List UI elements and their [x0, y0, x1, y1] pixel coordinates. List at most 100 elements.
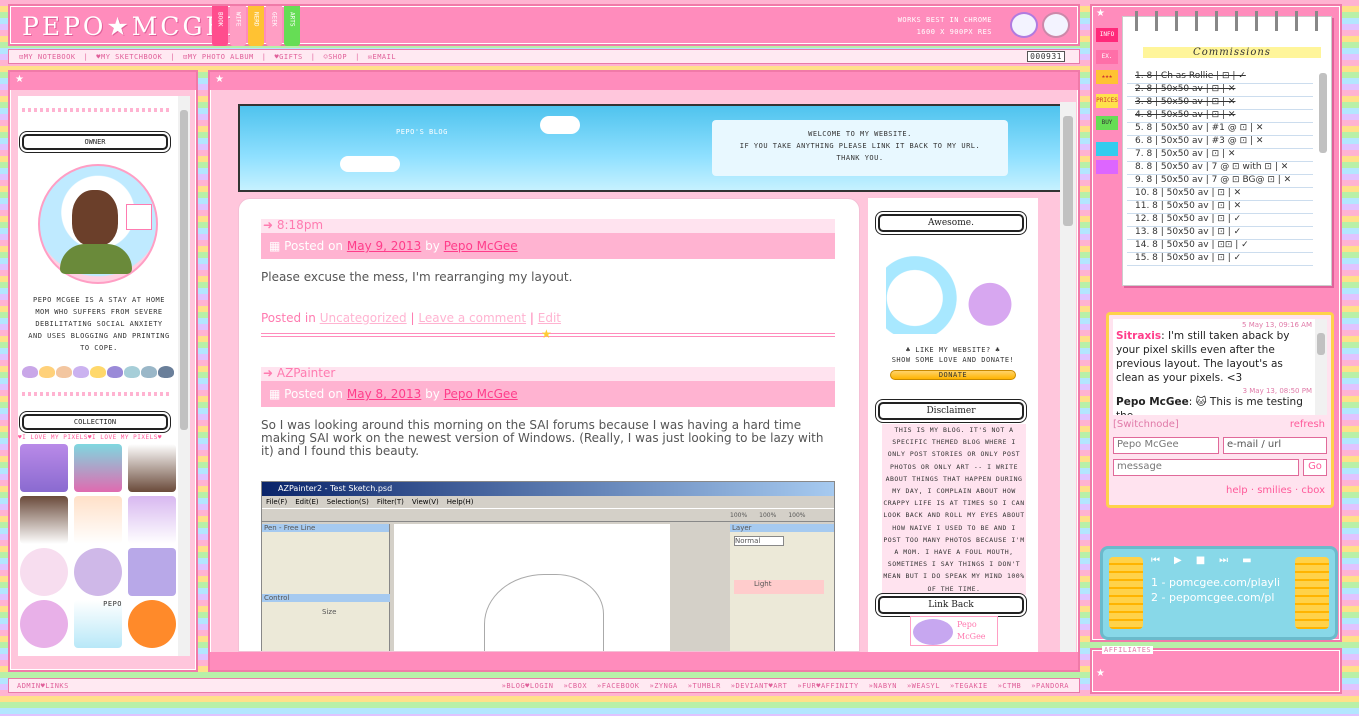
tool-panel: Pen - Free Line Control Size	[262, 524, 390, 651]
collection-thumb[interactable]	[20, 600, 68, 648]
collection-thumb[interactable]	[128, 496, 176, 544]
footer-links: »BLOG♥LOGIN »CBOX »FACEBOOK »ZYNGA »TUMB…	[502, 682, 1079, 690]
nav-notebook[interactable]: ⊡MY NOTEBOOK	[19, 53, 76, 61]
tab-buy[interactable]: BUY	[1096, 116, 1118, 130]
main-scrollbar[interactable]	[1060, 102, 1076, 652]
prev-icon[interactable]: ⏮	[1151, 555, 1160, 571]
scroll-thumb[interactable]	[1317, 333, 1325, 355]
collection-thumb[interactable]	[20, 496, 68, 544]
chat-box: 5 May 13, 09:16 AM Sitraxis: I'm still t…	[1106, 312, 1334, 508]
collection-thumb[interactable]	[20, 444, 68, 492]
by-label: by	[425, 387, 440, 401]
menu-file[interactable]: File(F)	[266, 496, 287, 508]
footer-link-zynga[interactable]: »ZYNGA	[649, 682, 677, 690]
menu-view[interactable]: View(V)	[412, 496, 439, 508]
menu-edit[interactable]: Edit(E)	[295, 496, 318, 508]
tab-blank[interactable]	[1096, 142, 1118, 156]
post-title[interactable]: ➜ AZPainter	[261, 367, 835, 381]
nav-email[interactable]: ✉EMAIL	[368, 53, 396, 61]
nav-sketchbook[interactable]: ♥MY SKETCHBOOK	[96, 53, 162, 61]
left-scrollbar[interactable]	[178, 96, 190, 656]
playlist-track[interactable]: 2 - pepomcgee.com/pl	[1151, 590, 1281, 605]
tab-wife[interactable]: WIFE	[230, 6, 246, 46]
next-icon[interactable]: ⏭	[1219, 555, 1228, 571]
blend-mode[interactable]: Normal	[734, 536, 784, 546]
msg-author[interactable]: Pepo McGee	[1116, 396, 1189, 408]
msg-author[interactable]: Sitraxis	[1116, 330, 1161, 342]
collection-thumb[interactable]	[128, 600, 176, 648]
nav-shop[interactable]: ☺SHOP	[323, 53, 347, 61]
tool-panel-title: Pen - Free Line	[262, 524, 389, 532]
calendar-icon: ▦	[269, 387, 281, 401]
leave-comment-link[interactable]: Leave a comment	[418, 311, 526, 325]
email-input[interactable]: e-mail / url	[1223, 437, 1327, 454]
scroll-thumb[interactable]	[1063, 116, 1073, 226]
footer-link-ctmb[interactable]: »CTMB	[998, 682, 1022, 690]
admin-links[interactable]: ADMIN♥LINKS	[17, 682, 69, 690]
layer-item[interactable]: Light	[734, 580, 824, 594]
footer-link-tumblr[interactable]: »TUMBLR	[688, 682, 721, 690]
collection-thumb[interactable]	[128, 444, 176, 492]
post-date-link[interactable]: May 9, 2013	[347, 239, 421, 253]
footer-link-furaffinity[interactable]: »FUR♥AFFINITY	[797, 682, 858, 690]
volume-icon[interactable]: ▬	[1242, 555, 1251, 571]
collection-thumb[interactable]: PEPO	[74, 600, 122, 648]
nav-gifts[interactable]: ♥GIFTS	[274, 53, 302, 61]
notebook-scrollbar[interactable]	[1319, 73, 1327, 153]
switchnode-link[interactable]: [Switchnode]	[1113, 419, 1179, 430]
donate-button[interactable]: DONATE	[890, 370, 1016, 380]
commission-row: 11. 8 | 50x50 av | ⊡ | ✕	[1127, 201, 1313, 214]
chat-scrollbar[interactable]	[1315, 319, 1327, 415]
menu-filter[interactable]: Filter(T)	[377, 496, 404, 508]
go-button[interactable]: Go	[1303, 459, 1327, 476]
tab-examples[interactable]: EX.	[1096, 50, 1118, 64]
collection-thumb[interactable]	[20, 548, 68, 596]
playlist-track[interactable]: 1 - pomcgee.com/playli	[1151, 575, 1281, 590]
help-link[interactable]: help	[1226, 485, 1248, 496]
footer-link-weasyl[interactable]: »WEASYL	[907, 682, 940, 690]
tab-geek[interactable]: GEEK	[266, 6, 282, 46]
menu-help[interactable]: Help(H)	[447, 496, 474, 508]
tab-book[interactable]: BOOK	[212, 6, 228, 46]
chibi-icon	[158, 366, 174, 378]
footer-link-deviantart[interactable]: »DEVIANT♥ART	[731, 682, 788, 690]
name-input[interactable]: Pepo McGee	[1113, 437, 1219, 454]
footer-link-blog-login[interactable]: »BLOG♥LOGIN	[502, 682, 554, 690]
tab-nerd[interactable]: NERD	[248, 6, 264, 46]
collection-thumb[interactable]	[74, 548, 122, 596]
play-icon[interactable]: ▶	[1174, 555, 1182, 571]
linkback-badge[interactable]: Pepo McGee	[910, 616, 998, 646]
smilies-link[interactable]: smilies	[1257, 485, 1292, 496]
tab-stars[interactable]: ★★★	[1096, 70, 1118, 84]
star-icon: ★	[215, 74, 224, 85]
refresh-link[interactable]: refresh	[1290, 419, 1325, 430]
footer-link-cbox[interactable]: »CBOX	[563, 682, 587, 690]
nav-photo-album[interactable]: ⊡MY PHOTO ALBUM	[183, 53, 254, 61]
site-footer: ADMIN♥LINKS »BLOG♥LOGIN »CBOX »FACEBOOK …	[8, 678, 1080, 693]
message-input[interactable]: message	[1113, 459, 1299, 476]
collection-thumb[interactable]	[74, 496, 122, 544]
footer-link-pandora[interactable]: »PANDORA	[1031, 682, 1069, 690]
menu-selection[interactable]: Selection(S)	[327, 496, 369, 508]
collection-thumb[interactable]	[128, 548, 176, 596]
scroll-thumb[interactable]	[180, 110, 188, 430]
author-link[interactable]: Pepo McGee	[444, 387, 518, 401]
author-link[interactable]: Pepo McGee	[444, 239, 518, 253]
footer-link-nabyn[interactable]: »NABYN	[869, 682, 897, 690]
post-title[interactable]: ➜ 8:18pm	[261, 219, 835, 233]
tab-prices[interactable]: PRICES	[1096, 94, 1118, 108]
commissions-notebook: Commissions 1. 8 | Ch as Rollie | ⊡ | ✓ 2…	[1122, 11, 1333, 286]
nav-sep: |	[310, 52, 316, 61]
footer-link-facebook[interactable]: »FACEBOOK	[597, 682, 639, 690]
tab-arts[interactable]: ARTS	[284, 6, 300, 46]
canvas[interactable]	[394, 524, 670, 651]
footer-link-tegakie[interactable]: »TEGAKIE	[950, 682, 988, 690]
tab-blank[interactable]	[1096, 160, 1118, 174]
tab-info[interactable]: INFO	[1096, 28, 1118, 42]
collection-thumb[interactable]	[74, 444, 122, 492]
category-link[interactable]: Uncategorized	[320, 311, 407, 325]
edit-link[interactable]: Edit	[538, 311, 561, 325]
stop-icon[interactable]: ■	[1196, 555, 1205, 571]
cbox-link[interactable]: cbox	[1301, 485, 1325, 496]
post-date-link[interactable]: May 8, 2013	[347, 387, 421, 401]
